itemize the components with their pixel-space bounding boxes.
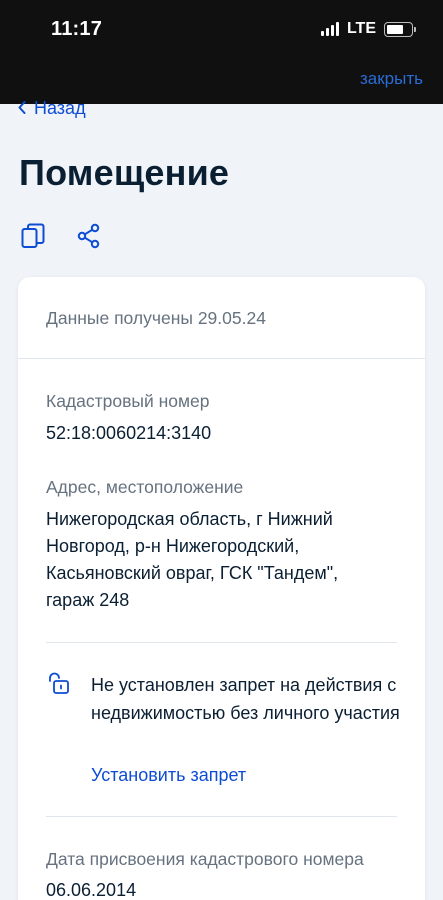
property-card: Данные получены 29.05.24 Кадастровый ном… xyxy=(18,277,425,900)
chevron-left-icon xyxy=(18,98,26,118)
status-bar: 11:17 LTE закрыть xyxy=(0,0,443,104)
assign-date-value: 06.06.2014 xyxy=(46,880,137,900)
address-label: Адрес, местоположение xyxy=(46,477,244,497)
ban-notice-text: Не установлен запрет на действия с недви… xyxy=(91,675,400,723)
status-indicators: LTE xyxy=(320,20,416,38)
unlocked-padlock-icon xyxy=(46,672,72,696)
status-time: 11:17 xyxy=(51,18,103,40)
share-icon[interactable] xyxy=(76,222,102,250)
assign-date-label: Дата присвоения кадастрового номера xyxy=(46,849,364,869)
divider xyxy=(46,642,397,643)
back-label: Назад xyxy=(34,98,86,118)
divider xyxy=(46,816,397,817)
data-received-date: Данные получены 29.05.24 xyxy=(46,308,266,328)
back-link[interactable]: Назад xyxy=(18,98,86,119)
signal-bars-icon xyxy=(320,22,339,36)
address-value: Нижегородская область, г Нижний Новгород… xyxy=(46,509,339,610)
cadastral-number-value: 52:18:0060214:3140 xyxy=(46,423,212,443)
copy-icon[interactable] xyxy=(20,222,46,250)
divider xyxy=(18,358,425,359)
set-ban-link[interactable]: Установить запрет xyxy=(91,765,246,786)
page-title: Помещение xyxy=(19,152,230,193)
action-bar xyxy=(20,222,102,250)
cadastral-number-label: Кадастровый номер xyxy=(46,391,210,411)
close-button[interactable]: закрыть xyxy=(360,69,423,89)
network-type: LTE xyxy=(346,20,376,37)
battery-icon xyxy=(384,21,416,37)
